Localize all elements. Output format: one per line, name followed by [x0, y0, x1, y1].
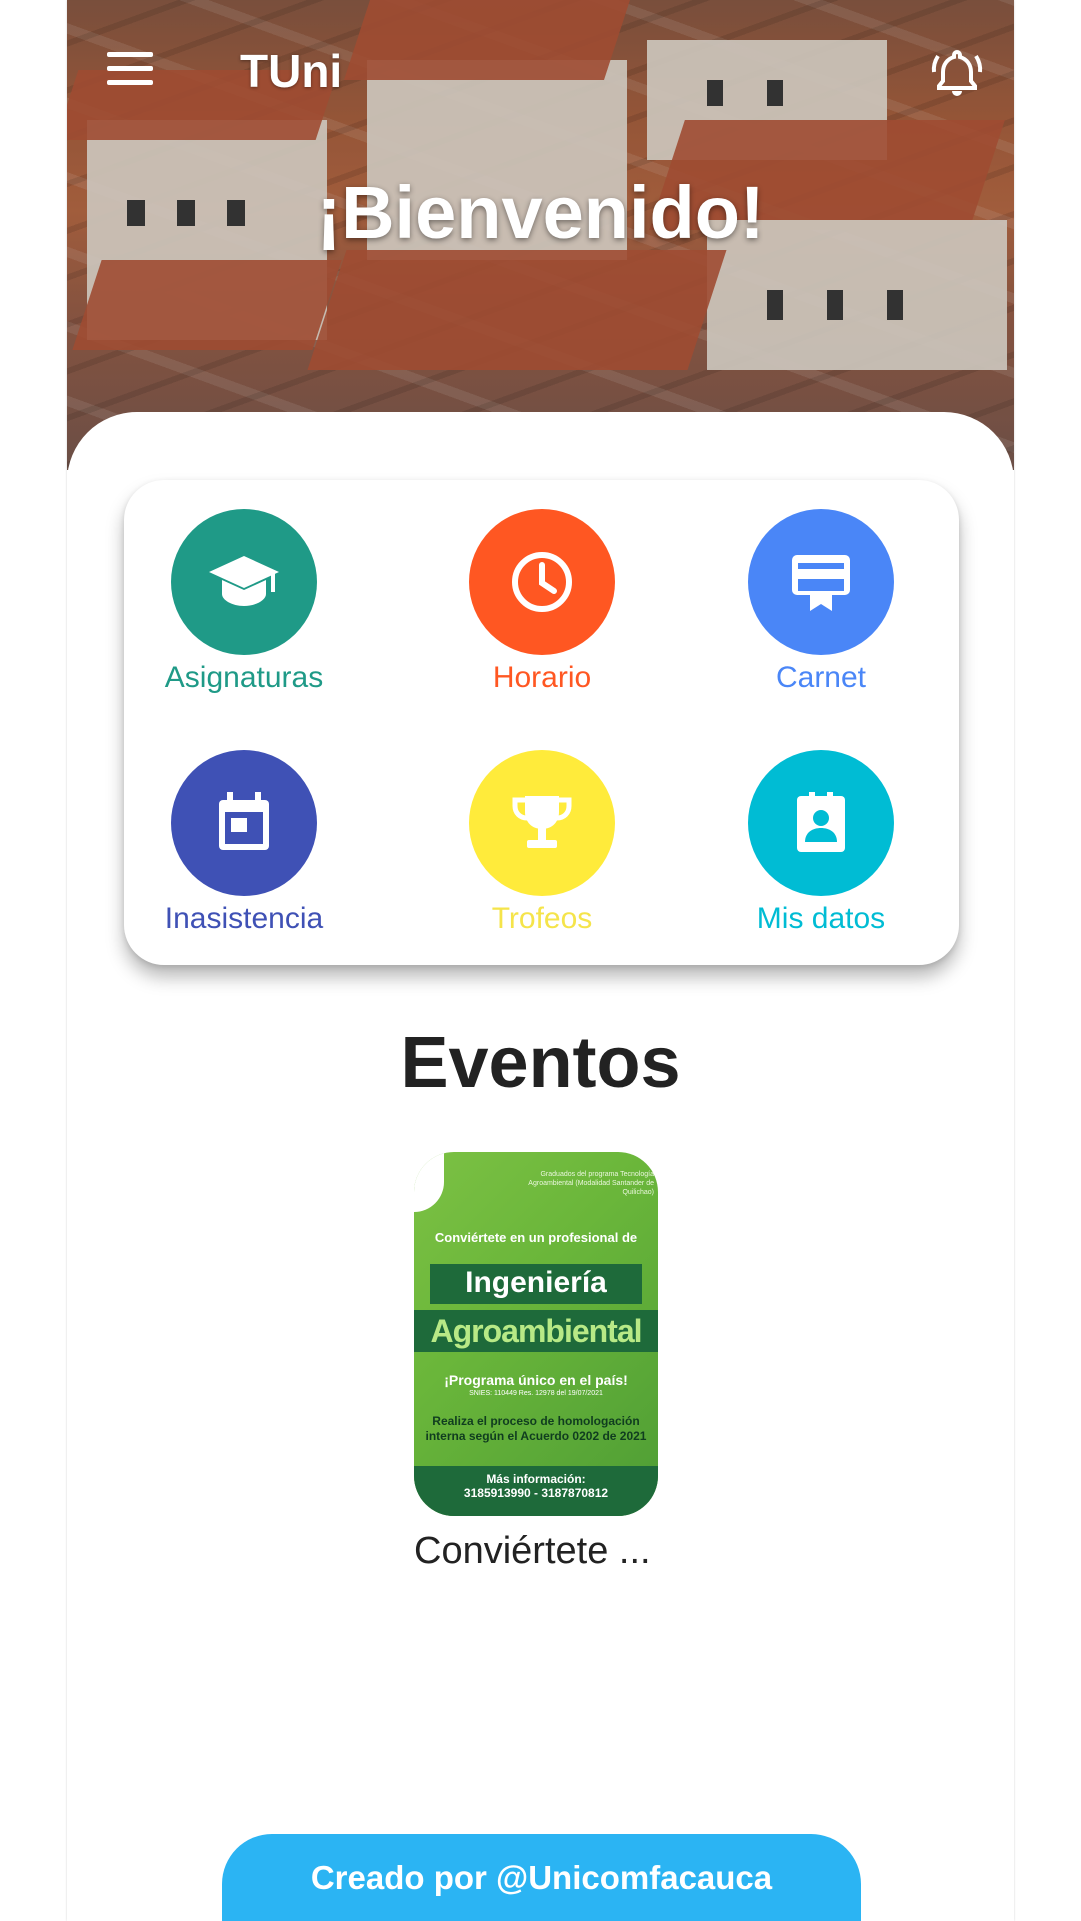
- poster-tagline: ¡Programa único en el país!: [444, 1372, 628, 1388]
- app-title: TUni: [240, 45, 343, 97]
- shortcut-label: Mis datos: [756, 902, 886, 935]
- trophy-icon: [469, 750, 615, 896]
- shortcut-inasistencia[interactable]: Inasistencia: [124, 750, 364, 936]
- events-heading: Eventos: [400, 1023, 681, 1103]
- shortcut-trofeos[interactable]: Trofeos: [422, 750, 662, 936]
- poster-title: Ingeniería: [465, 1266, 607, 1299]
- clock-icon: [469, 509, 615, 655]
- credits-button[interactable]: Creado por @Unicomfacauca: [222, 1834, 861, 1921]
- shortcut-label: Inasistencia: [164, 902, 324, 935]
- shortcut-label: Asignaturas: [164, 661, 324, 694]
- poster-snies: SNIES: 110449 Res. 12978 del 19/07/2021: [469, 1390, 603, 1397]
- app-screen: TUni ¡Bienvenido! Asignaturas Horario Ca…: [67, 0, 1014, 1921]
- poster-homologation: Realiza el proceso de homologación inter…: [425, 1414, 647, 1443]
- shortcut-label: Carnet: [775, 661, 867, 694]
- notification-bell-icon[interactable]: [930, 46, 984, 100]
- event-caption[interactable]: Conviértete ...: [414, 1530, 651, 1573]
- poster-footer: Más información: 3185913990 - 3187870812: [414, 1466, 658, 1516]
- shortcut-asignaturas[interactable]: Asignaturas: [124, 509, 364, 695]
- menu-icon[interactable]: [107, 52, 153, 88]
- shortcut-label: Trofeos: [491, 902, 593, 935]
- poster-info-label: Más información:: [486, 1472, 586, 1486]
- header-hero-image: TUni ¡Bienvenido!: [67, 0, 1014, 470]
- event-poster[interactable]: Graduados del programa Tecnología Agroam…: [414, 1152, 658, 1516]
- graduation-cap-icon: [171, 509, 317, 655]
- poster-graduates-text: Graduados del programa Tecnología Agroam…: [528, 1171, 654, 1196]
- poster-title-2: Agroambiental: [414, 1310, 658, 1352]
- welcome-heading: ¡Bienvenido!: [316, 171, 765, 254]
- shortcut-grid: Asignaturas Horario Carnet Inasistencia …: [124, 480, 959, 965]
- poster-phone: 3185913990 - 3187870812: [463, 1486, 609, 1500]
- shortcut-label: Horario: [492, 661, 592, 694]
- shortcut-mis-datos[interactable]: Mis datos: [701, 750, 941, 936]
- calendar-icon: [171, 750, 317, 896]
- card-membership-icon: [748, 509, 894, 655]
- badge-icon: [748, 750, 894, 896]
- poster-subtitle: Conviértete en un profesional de: [434, 1230, 638, 1245]
- shortcut-horario[interactable]: Horario: [422, 509, 662, 695]
- shortcut-carnet[interactable]: Carnet: [701, 509, 941, 695]
- main-content: Asignaturas Horario Carnet Inasistencia …: [67, 412, 1014, 1921]
